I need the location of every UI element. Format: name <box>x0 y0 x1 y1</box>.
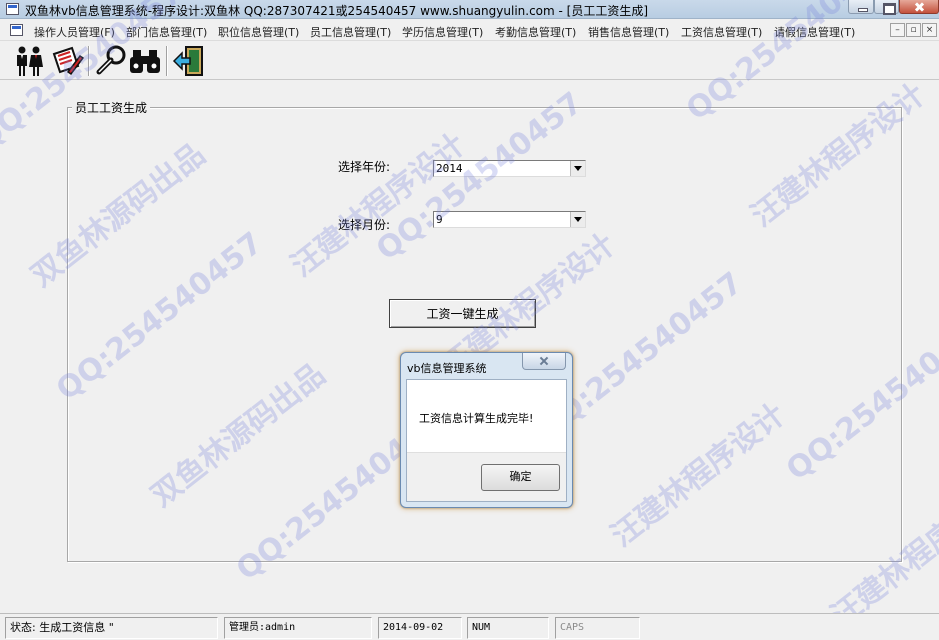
title-bar: 双鱼林vb信息管理系统-程序设计:双鱼林 QQ:287307421或254540… <box>0 0 939 19</box>
menu-bar: 操作人员管理(F) 部门信息管理(T) 职位信息管理(T) 员工信息管理(T) … <box>0 20 939 41</box>
wrench-icon[interactable] <box>94 44 128 78</box>
message-dialog: vb信息管理系统 工资信息计算生成完毕! 确定 <box>400 352 573 508</box>
minimize-button[interactable] <box>848 0 874 14</box>
mdi-child-icon[interactable] <box>10 24 23 36</box>
menu-sales-management[interactable]: 销售信息管理(T) <box>588 24 669 40</box>
menu-education-management[interactable]: 学历信息管理(T) <box>402 24 483 40</box>
status-text: 状态: 生成工资信息 " <box>5 617 218 639</box>
people-icon[interactable] <box>12 44 46 78</box>
month-label: 选择月份: <box>338 218 391 232</box>
dialog-body: 工资信息计算生成完毕! 确定 <box>406 379 567 502</box>
menu-employee-management[interactable]: 员工信息管理(T) <box>310 24 391 40</box>
status-caps: CAPS <box>555 617 640 639</box>
toolbar-separator <box>88 46 90 76</box>
close-button[interactable] <box>899 0 939 14</box>
chevron-down-icon[interactable] <box>570 161 585 176</box>
status-bar: 状态: 生成工资信息 " 管理员:admin 2014-09-02 NUM CA… <box>0 613 939 640</box>
dialog-title: vb信息管理系统 <box>407 362 487 375</box>
status-num: NUM <box>467 617 549 639</box>
month-value: 9 <box>436 213 443 226</box>
mdi-close-button[interactable]: × <box>922 23 937 37</box>
toolbar <box>0 42 939 80</box>
month-select[interactable]: 9 <box>433 211 586 228</box>
year-value: 2014 <box>436 162 463 175</box>
menu-attendance-management[interactable]: 考勤信息管理(T) <box>495 24 576 40</box>
maximize-button[interactable] <box>874 0 899 15</box>
window-title: 双鱼林vb信息管理系统-程序设计:双鱼林 QQ:287307421或254540… <box>25 4 649 18</box>
status-date: 2014-09-02 <box>378 617 462 639</box>
menu-operator-management[interactable]: 操作人员管理(F) <box>34 24 115 40</box>
status-user: 管理员:admin <box>224 617 372 639</box>
ok-button[interactable]: 确定 <box>481 464 560 491</box>
mdi-restore-button[interactable]: ▫ <box>906 23 921 37</box>
menu-salary-management[interactable]: 工资信息管理(T) <box>681 24 762 40</box>
app-icon[interactable] <box>6 3 19 15</box>
year-select[interactable]: 2014 <box>433 160 586 177</box>
binoculars-icon[interactable] <box>128 44 162 78</box>
exit-door-icon[interactable] <box>172 44 206 78</box>
edit-document-icon[interactable] <box>50 44 85 78</box>
menu-leave-management[interactable]: 请假信息管理(T) <box>774 24 855 40</box>
dialog-message: 工资信息计算生成完毕! <box>419 412 534 425</box>
toolbar-separator <box>166 46 168 76</box>
year-label: 选择年份: <box>338 160 391 174</box>
mdi-minimize-button[interactable]: – <box>890 23 905 37</box>
dialog-close-button[interactable] <box>522 353 566 370</box>
chevron-down-icon[interactable] <box>570 212 585 227</box>
menu-position-management[interactable]: 职位信息管理(T) <box>218 24 299 40</box>
group-box-title: 员工工资生成 <box>72 99 151 116</box>
menu-department-management[interactable]: 部门信息管理(T) <box>126 24 207 40</box>
generate-salary-button[interactable]: 工资一键生成 <box>389 299 536 328</box>
dialog-footer: 确定 <box>407 452 566 501</box>
